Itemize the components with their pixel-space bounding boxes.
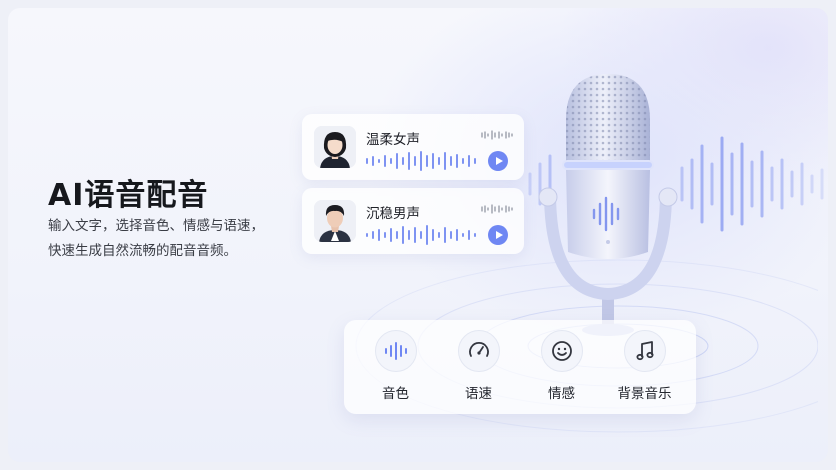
male-avatar [314, 200, 356, 242]
description-line-1: 输入文字，选择音色、情感与语速， [48, 218, 264, 234]
voice-card-female[interactable]: 温柔女声 [302, 114, 524, 180]
tool-emotion[interactable]: 情感 [522, 330, 602, 402]
page-title: AI语音配音 [48, 178, 209, 213]
description-line-2: 快速生成自然流畅的配音音频。 [48, 243, 237, 259]
tool-timbre[interactable]: 音色 [356, 330, 436, 402]
female-avatar [314, 126, 356, 168]
banner-canvas: AI语音配音 输入文字，选择音色、情感与语速， 快速生成自然流畅的配音音频。 温… [8, 8, 828, 462]
play-button[interactable] [488, 225, 508, 245]
waveform-icon [374, 330, 417, 372]
voice-options-toolbar: 音色 语速 情感 背景音乐 [344, 320, 696, 414]
tool-label: 语速 [465, 386, 492, 402]
tool-background-music[interactable]: 背景音乐 [605, 330, 685, 402]
voice-name: 温柔女声 [366, 132, 420, 148]
speedometer-icon [457, 330, 500, 372]
tool-label: 背景音乐 [617, 386, 672, 402]
smiley-icon [540, 330, 583, 372]
voice-card-male[interactable]: 沉稳男声 [302, 188, 524, 254]
play-button[interactable] [488, 151, 508, 171]
voice-name: 沉稳男声 [366, 206, 420, 222]
voice-waveform-icon [366, 225, 476, 245]
microphone-illustration [538, 74, 678, 336]
page-description: 输入文字，选择音色、情感与语速， 快速生成自然流畅的配音音频。 [48, 214, 293, 264]
tool-speed[interactable]: 语速 [439, 330, 519, 402]
mini-waveform-icon [481, 204, 513, 214]
voice-waveform-icon [366, 151, 476, 171]
music-note-icon [623, 330, 666, 372]
tool-label: 情感 [548, 386, 575, 402]
tool-label: 音色 [382, 386, 409, 402]
mini-waveform-icon [481, 130, 513, 140]
